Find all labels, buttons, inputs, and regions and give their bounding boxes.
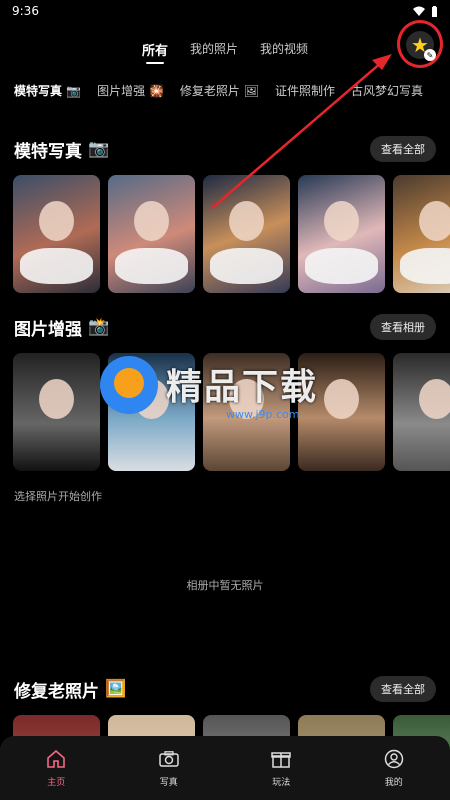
model-thumbnail[interactable]: [108, 175, 195, 293]
enhance-thumbnail[interactable]: [298, 353, 385, 471]
favorite-highlight: ★ ✎: [397, 20, 443, 68]
section-title: 图片增强 📸: [14, 315, 370, 340]
wifi-icon: [413, 6, 425, 16]
gift-icon: [271, 749, 291, 769]
section-model-title: 模特写真: [14, 141, 82, 162]
picture-emoji-icon: 🖼️: [105, 679, 127, 699]
battery-icon: [432, 5, 437, 17]
model-thumbnail[interactable]: [393, 175, 450, 293]
category-tab-id-photo[interactable]: 证件照制作: [275, 82, 335, 106]
model-thumbnail[interactable]: [13, 175, 100, 293]
enhance-thumbnail[interactable]: [393, 353, 450, 471]
section-title: 修复老照片 🖼️: [14, 677, 370, 702]
model-thumbnail[interactable]: [203, 175, 290, 293]
camera-icon: [159, 749, 179, 769]
status-bar: 9:36: [0, 0, 450, 22]
section-enhance-title: 图片增强: [14, 319, 82, 340]
tab-all[interactable]: 所有: [142, 36, 168, 66]
tab-my-photos[interactable]: 我的照片: [190, 36, 238, 66]
enhance-thumbnail[interactable]: [203, 353, 290, 471]
nav-play[interactable]: 玩法: [225, 736, 338, 800]
category-tab-model[interactable]: 模特写真 📷: [14, 82, 81, 106]
create-hint: 选择照片开始创作: [14, 490, 102, 503]
nav-photo-label: 写真: [159, 777, 178, 788]
view-album-button[interactable]: 查看相册: [370, 314, 436, 340]
tab-my-videos[interactable]: 我的视频: [260, 36, 308, 66]
user-icon: [384, 749, 404, 769]
view-all-button[interactable]: 查看全部: [370, 676, 436, 702]
status-time: 9:36: [12, 4, 39, 18]
category-tab-restore[interactable]: 修复老照片 🖼: [180, 82, 259, 106]
home-icon: [46, 749, 66, 769]
nav-me-label: 我的: [384, 777, 403, 788]
category-tab-enhance[interactable]: 图片增强 🎇: [97, 82, 164, 106]
section-title: 模特写真 📷: [14, 137, 370, 162]
nav-home-label: 主页: [47, 777, 66, 788]
category-tabs: 模特写真 📷 图片增强 🎇 修复老照片 🖼 证件照制作 古风梦幻写真: [0, 82, 450, 106]
model-thumbnail[interactable]: [298, 175, 385, 293]
favorite-button[interactable]: ★ ✎: [406, 31, 436, 61]
nav-home[interactable]: 主页: [0, 736, 113, 800]
enhance-thumbnail[interactable]: [108, 353, 195, 471]
empty-album-text: 相册中暂无照片: [186, 579, 264, 592]
nav-me[interactable]: 我的: [338, 736, 450, 800]
nav-photo[interactable]: 写真: [113, 736, 226, 800]
enhance-thumbnail[interactable]: [13, 353, 100, 471]
edit-icon: ✎: [424, 49, 436, 61]
top-tabs: 所有 我的照片 我的视频: [0, 36, 450, 66]
section-restore-title: 修复老照片: [14, 681, 99, 702]
nav-play-label: 玩法: [272, 777, 291, 788]
camera-flash-emoji-icon: 📸: [88, 317, 110, 337]
bottom-nav: 主页 写真 玩法 我的: [0, 736, 450, 800]
category-tab-ancient[interactable]: 古风梦幻写真: [351, 82, 423, 106]
camera-emoji-icon: 📷: [88, 139, 110, 159]
section-enhance: 图片增强 📸 查看相册: [0, 311, 450, 471]
section-model: 模特写真 📷 查看全部: [0, 133, 450, 293]
view-all-button[interactable]: 查看全部: [370, 136, 436, 162]
